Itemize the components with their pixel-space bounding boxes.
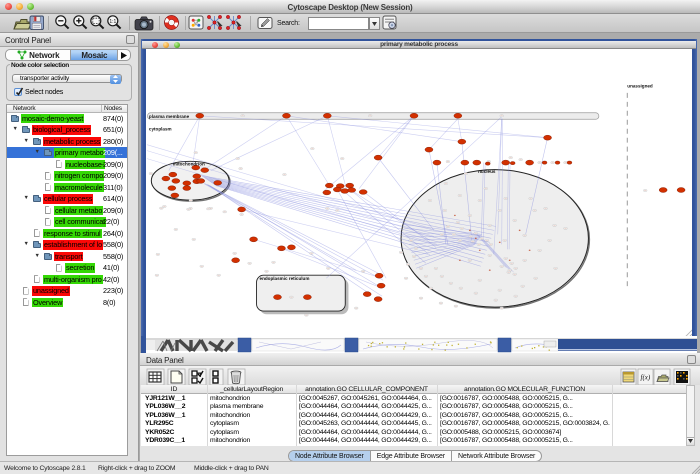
svg-text:mitochondrion: mitochondrion: [173, 161, 205, 166]
svg-text:unassigned: unassigned: [627, 83, 653, 88]
svg-text:cytoplasm: cytoplasm: [149, 126, 172, 131]
svg-text:plasma membrane: plasma membrane: [149, 113, 190, 118]
svg-text:endoplasmic reticulum: endoplasmic reticulum: [260, 276, 310, 281]
svg-text:1:1: 1:1: [109, 19, 116, 25]
svg-text:nucleus: nucleus: [478, 169, 496, 174]
svg-text:f(x): f(x): [641, 374, 651, 382]
